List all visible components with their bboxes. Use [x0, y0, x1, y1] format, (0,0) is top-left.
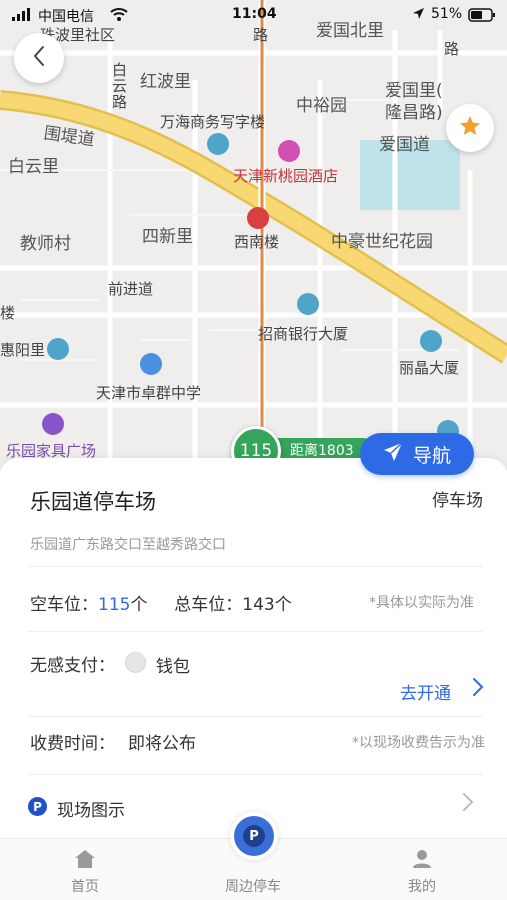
payment-label: 无感支付：: [30, 656, 115, 676]
divider: [28, 631, 483, 632]
divider: [28, 566, 483, 567]
fee-time-label: 收费时间：: [30, 734, 115, 754]
hotel-poi-icon[interactable]: [278, 140, 300, 162]
wallet-label: 钱包: [156, 657, 190, 677]
chevron-left-icon: [32, 45, 46, 71]
person-icon: [412, 849, 432, 873]
school-poi-icon[interactable]: [140, 353, 162, 375]
map-label: 爱国道: [379, 135, 430, 155]
navigate-button[interactable]: 导航: [360, 433, 474, 475]
fee-note: *以现场收费告示为准: [352, 735, 485, 751]
tab-home-label: 首页: [71, 879, 99, 895]
battery-icon: [468, 8, 496, 26]
map-label: 楼: [0, 304, 16, 322]
star-icon: [458, 114, 482, 142]
parking-p-glyph: P: [243, 825, 265, 847]
map-label: 路: [444, 40, 460, 58]
map-label: 万海商务写字楼: [160, 113, 266, 131]
map-label: 白云里: [8, 157, 59, 177]
map-label: 丽晶大厦: [399, 359, 460, 377]
map-label: 白云路: [112, 61, 128, 111]
map-label: 教师村: [20, 234, 71, 254]
tab-mine-label: 我的: [408, 879, 436, 895]
tab-home[interactable]: 首页: [25, 839, 145, 900]
parking-address: 乐园道广东路交口至越秀路交口: [30, 537, 226, 553]
home-icon: [74, 849, 96, 873]
map-label: 天津市卓群中学: [96, 384, 202, 402]
bank-poi-icon[interactable]: [297, 293, 319, 315]
total-spaces-unit: 个: [274, 595, 292, 615]
parking-circle-icon: P: [234, 816, 274, 856]
map-label: 前进道: [108, 280, 154, 298]
total-spaces-value: 143: [242, 595, 275, 615]
building-poi-icon[interactable]: [47, 338, 69, 360]
favorite-button[interactable]: [446, 104, 494, 152]
map-label: 隆昌路): [385, 103, 443, 123]
map-label: 红波里: [140, 72, 191, 92]
building-poi-icon[interactable]: [207, 133, 229, 155]
total-spaces-label: 总车位：: [174, 595, 243, 615]
map-label: 惠阳里: [0, 341, 46, 359]
clock-text: 11:04: [232, 6, 277, 22]
chevron-right-icon[interactable]: [462, 792, 474, 818]
map-label: 西南楼: [234, 233, 280, 251]
location-arrow-icon: [412, 7, 425, 24]
wallet-radio[interactable]: [125, 652, 146, 673]
fee-time-value: 即将公布: [128, 734, 196, 754]
free-spaces-value: 115: [98, 595, 131, 615]
map-label: 中豪世纪花园: [331, 232, 433, 252]
navigate-label: 导航: [412, 444, 451, 467]
parking-detail-sheet: 乐园道停车场 停车场 乐园道广东路交口至越秀路交口 空车位：115个 总车位：1…: [0, 458, 507, 848]
divider: [28, 716, 483, 717]
chevron-right-icon[interactable]: [472, 677, 484, 702]
battery-text: 51%: [431, 6, 463, 22]
nearby-parking-button[interactable]: P: [230, 812, 278, 860]
free-spaces-unit: 个: [130, 595, 148, 615]
site-map-label[interactable]: 现场图示: [57, 796, 125, 821]
tab-nearby-label: 周边停车: [225, 879, 281, 895]
paper-plane-icon: [383, 441, 403, 467]
status-bar: 中国电信 11:04 51%: [0, 0, 507, 30]
back-button[interactable]: [14, 33, 64, 83]
divider: [28, 774, 483, 775]
map-label: 招商银行大厦: [258, 325, 349, 343]
carrier-text: 中国电信: [38, 9, 94, 25]
building-poi-icon[interactable]: [420, 330, 442, 352]
map-label: 四新里: [142, 227, 193, 247]
wifi-icon: [110, 7, 128, 25]
parking-name: 乐园道停车场: [30, 490, 156, 514]
activate-link[interactable]: 去开通: [400, 679, 451, 704]
free-spaces-label: 空车位：: [30, 595, 98, 615]
availability-note: *具体以实际为准: [369, 595, 474, 611]
map-view[interactable]: 珠波里社区 路 爱国北里 路 红波里 白云路 爱国里( 隆昌路) 万海商务写字楼…: [0, 0, 507, 470]
parking-p-icon: P: [28, 797, 47, 816]
signal-icon: [12, 8, 34, 25]
shop-poi-icon[interactable]: [42, 413, 64, 435]
map-label: 中裕园: [296, 96, 347, 116]
subway-station-icon[interactable]: [247, 207, 269, 229]
parking-type: 停车场: [432, 491, 483, 511]
availability-row: 空车位：115个 总车位：143个: [30, 590, 292, 615]
map-label: 天津新桃园酒店: [233, 167, 339, 185]
tab-mine[interactable]: 我的: [362, 839, 482, 900]
